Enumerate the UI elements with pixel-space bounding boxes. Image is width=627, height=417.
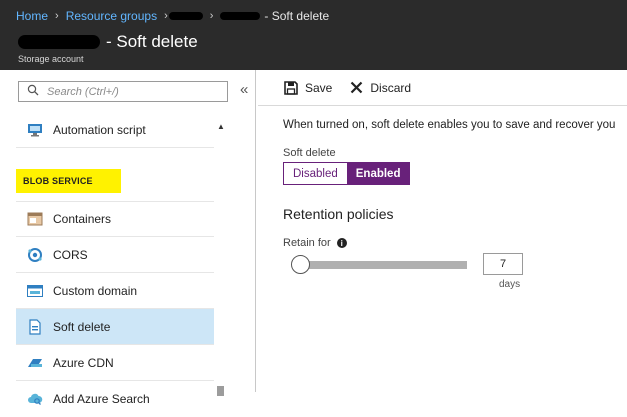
sidebar-item-automation-script[interactable]: Automation script xyxy=(16,112,214,148)
retention-slider-track[interactable] xyxy=(292,261,467,269)
save-button[interactable]: Save xyxy=(284,81,332,95)
menu-list: Automation script BLOB SERVICE Container… xyxy=(16,112,214,417)
redacted-title-name xyxy=(18,35,100,49)
search-icon xyxy=(27,83,39,101)
close-icon xyxy=(351,81,363,94)
scroll-thumb[interactable] xyxy=(217,386,224,396)
info-icon[interactable]: i xyxy=(336,238,347,248)
sidebar-item-label: Soft delete xyxy=(53,319,111,334)
blade-header: Home › Resource groups › › - Soft delete… xyxy=(0,0,627,70)
scroll-up-arrow-icon[interactable]: ▲ xyxy=(217,122,225,131)
sidebar-item-custom-domain[interactable]: Custom domain xyxy=(16,273,214,309)
sidebar-item-label: Add Azure Search xyxy=(53,392,150,406)
section-header-blob-service: BLOB SERVICE xyxy=(16,161,214,201)
toggle-option-disabled[interactable]: Disabled xyxy=(284,163,347,184)
save-label: Save xyxy=(305,80,333,95)
containers-icon xyxy=(26,211,44,227)
sidebar-item-label: Automation script xyxy=(53,122,146,137)
retention-slider-thumb[interactable] xyxy=(291,255,310,274)
sidebar-item-azure-cdn[interactable]: Azure CDN xyxy=(16,345,214,381)
sidebar-item-label: Custom domain xyxy=(53,283,138,298)
cors-icon xyxy=(26,247,44,263)
page-title: - Soft delete xyxy=(106,32,198,51)
sidebar-item-label: Containers xyxy=(53,212,112,226)
soft-delete-label: Soft delete xyxy=(283,147,336,159)
breadcrumb-current: - Soft delete xyxy=(264,9,330,23)
discard-button[interactable]: Discard xyxy=(350,81,411,95)
description-text: When turned on, soft delete enables you … xyxy=(283,119,616,131)
section-header-label: BLOB SERVICE xyxy=(16,169,121,193)
redacted-account-name xyxy=(220,12,261,20)
redacted-resource-group xyxy=(168,12,203,20)
automation-script-icon xyxy=(26,122,44,138)
search-box[interactable] xyxy=(18,81,228,102)
toggle-option-enabled[interactable]: Enabled xyxy=(346,163,410,184)
sidebar-item-containers[interactable]: Containers xyxy=(16,201,214,237)
breadcrumb: Home › Resource groups › › - Soft delete xyxy=(16,9,329,23)
sidebar-item-add-azure-search[interactable]: Add Azure Search xyxy=(16,381,214,417)
soft-delete-toggle[interactable]: Disabled Enabled xyxy=(283,162,411,185)
breadcrumb-resource-groups-link[interactable]: Resource groups xyxy=(66,9,157,23)
chevron-right-icon: › xyxy=(55,10,59,22)
retain-for-text: Retain for xyxy=(283,237,331,249)
save-icon xyxy=(284,80,298,95)
discard-label: Discard xyxy=(370,80,412,95)
retention-days-input[interactable] xyxy=(483,253,523,275)
cloud-search-icon xyxy=(26,391,44,407)
retention-unit-label: days xyxy=(499,279,521,290)
custom-domain-icon xyxy=(26,283,44,299)
sidebar-item-soft-delete[interactable]: Soft delete xyxy=(16,309,214,345)
collapse-menu-button[interactable]: « xyxy=(240,81,248,98)
menu-scrollbar[interactable]: ▲ xyxy=(214,122,228,396)
command-bar: Save Discard xyxy=(258,70,627,106)
chevron-right-icon: › xyxy=(209,10,214,22)
retain-for-label: Retain for i xyxy=(283,237,347,249)
search-input[interactable] xyxy=(47,85,217,98)
page-title-row: - Soft delete xyxy=(18,32,198,52)
azure-cdn-icon xyxy=(26,355,44,371)
sidebar-item-label: CORS xyxy=(53,247,88,262)
soft-delete-icon xyxy=(26,318,44,335)
retention-policies-heading: Retention policies xyxy=(283,206,394,222)
sidebar-item-cors[interactable]: CORS xyxy=(16,237,214,273)
resource-menu: « Automation script BLOB SERVICE Contain… xyxy=(0,70,256,406)
sidebar-item-label: Azure CDN xyxy=(53,355,114,370)
chevron-right-icon: › xyxy=(164,10,168,22)
page-subtitle: Storage account xyxy=(18,54,84,64)
breadcrumb-home-link[interactable]: Home xyxy=(16,9,48,23)
